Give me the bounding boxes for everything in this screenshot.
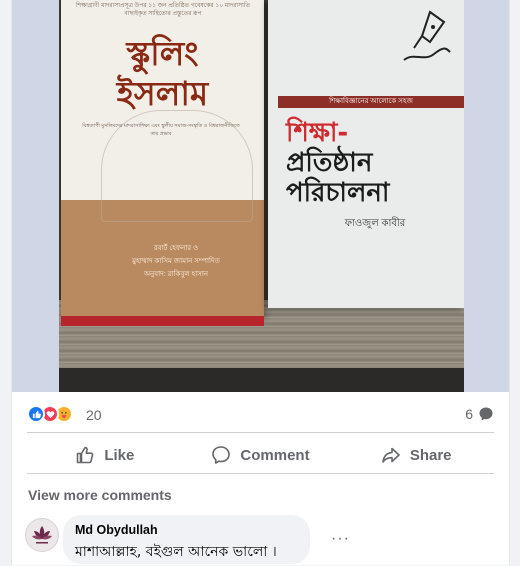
book-title: স্কুলিং ইসলাম (61, 34, 264, 114)
share-icon (382, 447, 400, 463)
post-card: শিক্ষাগ্রাণী মাদরাসাপ্রসূত্র উপর ১১ জন প… (11, 0, 510, 565)
book-title-line3: পরিচালনা (286, 178, 390, 208)
book-author-line3: অনুবাদ: রাকিবুল হাসান (143, 271, 209, 278)
like-icon (77, 446, 94, 464)
share-button[interactable]: Share (338, 437, 494, 473)
reaction-icons[interactable] (27, 405, 83, 425)
like-button[interactable]: Like (27, 437, 183, 473)
book-subtitle: বিশ্বব্যাপী মুসলিমদের মাদরাসাশিক্ষা এবং … (82, 123, 240, 137)
book-author-line1: রবার্ট হেফনার ও (153, 245, 199, 252)
pen-nib-icon (403, 10, 451, 61)
comment-text: মাশাআল্লাহ, বইগুল আনেক ভালো । (75, 544, 277, 560)
book-title-line1: স্কুলিং (126, 34, 199, 73)
book-authors: রবার্ট হেফনার ও মুহাম্মাদ কাসিম জামান সম… (101, 242, 251, 281)
reactions-bar: 20 6 (27, 403, 494, 425)
book-photo: শিক্ষাগ্রাণী মাদরাসাপ্রসূত্র উপর ১১ জন প… (59, 0, 464, 392)
book-title-line2: ইসলাম (116, 74, 209, 113)
comment-bubble: Md Obydullah মাশাআল্লাহ, বইগুল আনেক ভালো… (63, 515, 310, 564)
book-band: শিক্ষাবিজ্ঞানের আলোকে সহজ (278, 96, 464, 108)
book-title-line1: শিক্ষা- (286, 118, 349, 148)
comment-label: Comment (240, 446, 310, 464)
comment-count[interactable]: 6 (465, 406, 494, 422)
divider-bottom (27, 473, 494, 474)
comment-button[interactable]: Comment (183, 437, 339, 473)
avatar[interactable] (25, 518, 59, 552)
book-author-line2: মুহাম্মাদ কাসিম জামান সম্পাদিত (132, 258, 220, 265)
comment-author[interactable]: Md Obydullah (75, 523, 158, 537)
book-spine-strip (61, 316, 264, 326)
reaction-count[interactable]: 20 (86, 407, 102, 423)
post-actions: Like Comment Share (27, 437, 494, 473)
comment-count-value: 6 (465, 406, 473, 422)
book-title-line2: প্রতিষ্ঠান (286, 148, 373, 178)
like-icon (27, 405, 45, 423)
post-photo[interactable]: শিক্ষাগ্রাণী মাদরাসাপ্রসূত্র উপর ১১ জন প… (12, 0, 509, 392)
comment-bubble-icon (479, 407, 493, 421)
book-author: ফাওজুল কাবীর (344, 218, 406, 229)
book-schooling-islam: শিক্ষাগ্রাণী মাদরাসাপ্রসূত্র উপর ১১ জন প… (61, 0, 264, 316)
comment-item: Md Obydullah মাশাআল্লাহ, বইগুল আনেক ভালো… (25, 514, 485, 566)
like-label: Like (104, 446, 135, 464)
book-top-text: শিক্ষাগ্রাণী মাদরাসাপ্রসূত্র উপর ১১ জন প… (75, 3, 251, 17)
book-title: শিক্ষা- প্রতিষ্ঠান পরিচালনা (286, 118, 464, 208)
lotus-icon (32, 526, 52, 544)
view-more-comments-link[interactable]: View more comments (28, 487, 172, 503)
share-label: Share (409, 446, 452, 464)
divider-top (27, 432, 494, 433)
more-options-button[interactable]: ··· (331, 530, 350, 548)
photo-shadow (59, 368, 464, 392)
comment-icon (212, 446, 231, 464)
book-shikkha-protishthan: শিক্ষাবিজ্ঞানের আলোকে সহজ শিক্ষা- প্রতিষ… (268, 0, 464, 308)
